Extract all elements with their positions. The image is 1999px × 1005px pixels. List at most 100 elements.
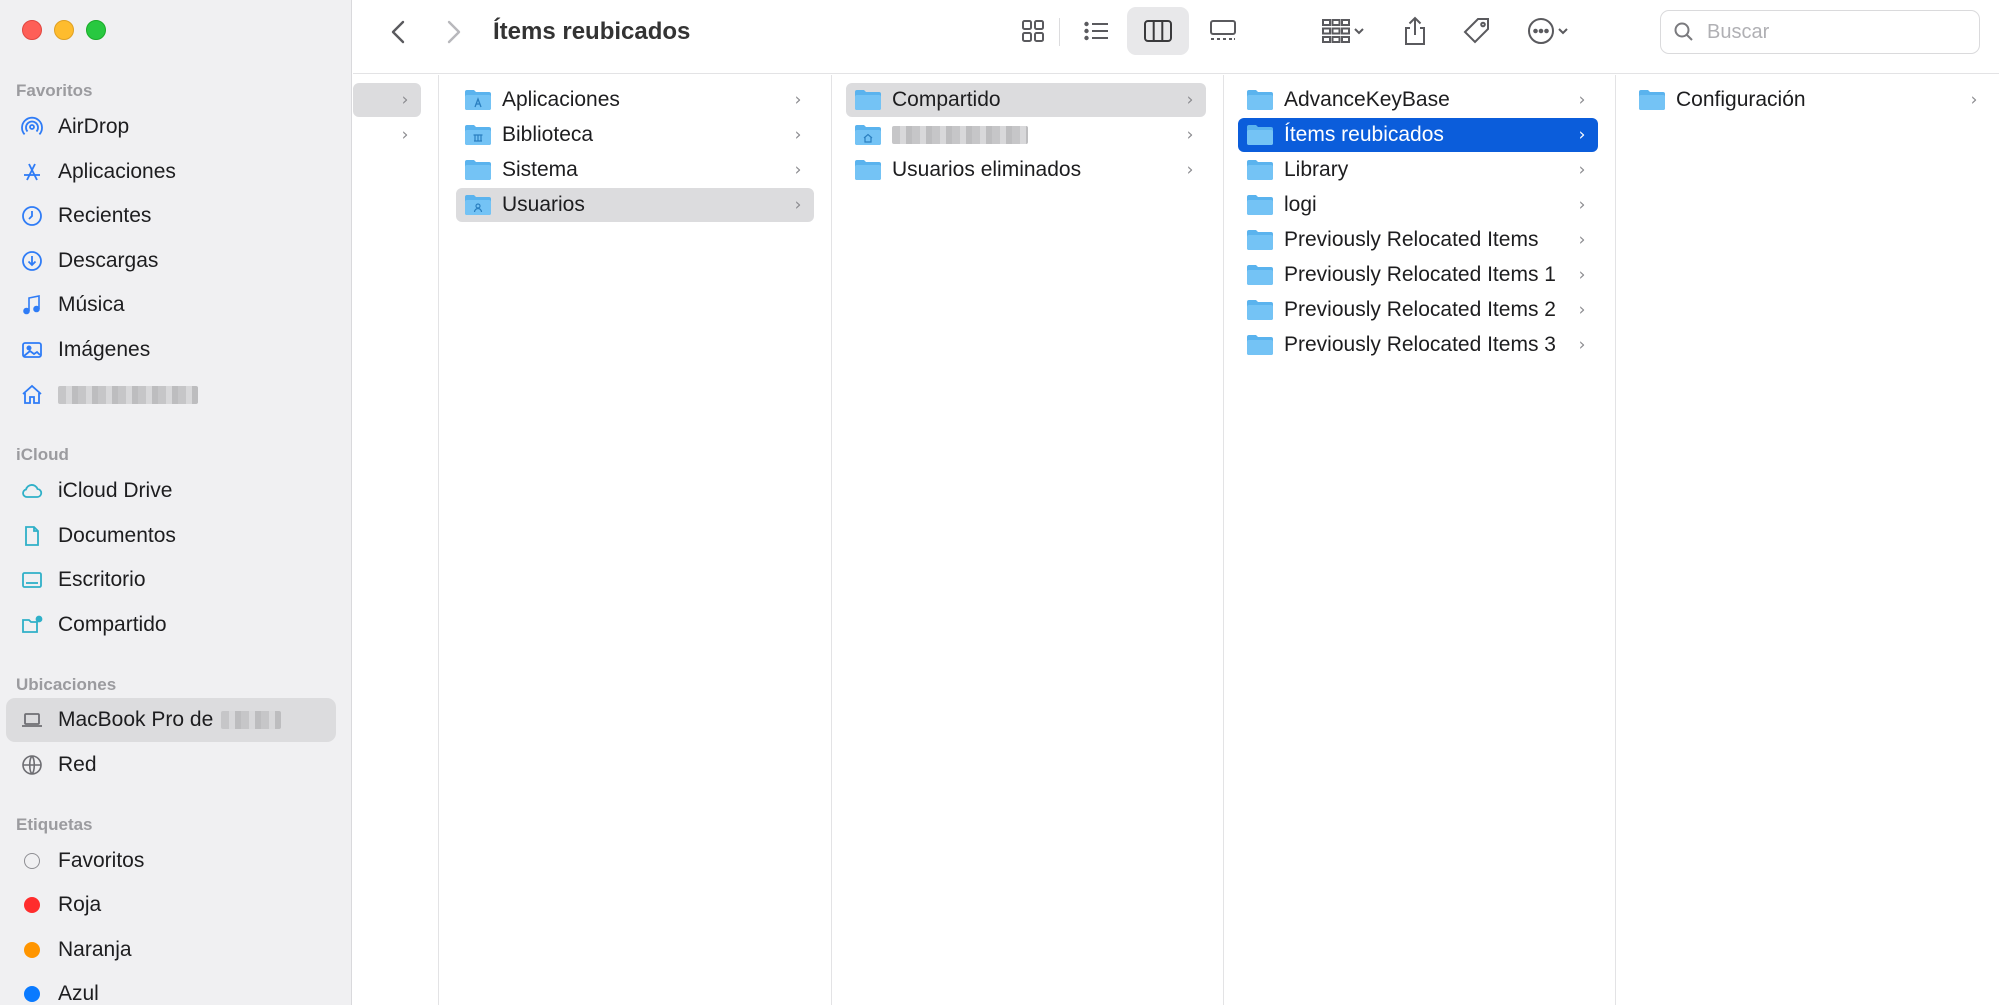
sidebar-item-home[interactable]: [6, 373, 336, 417]
airdrop-icon: [18, 113, 46, 141]
sidebar-item-musica[interactable]: Música: [6, 283, 336, 327]
row-label: Aplicaciones: [502, 88, 620, 111]
sidebar-item-label: Azul: [58, 982, 99, 1005]
search-icon: [1674, 22, 1693, 41]
sidebar-tag-azul[interactable]: Azul: [6, 972, 336, 1005]
column-row-previously-relocated-items-3[interactable]: Previously Relocated Items 3 ›: [1238, 328, 1598, 362]
folder-icon: [1247, 160, 1273, 180]
row-label: Previously Relocated Items 3: [1284, 333, 1556, 356]
column-row-compartido[interactable]: Compartido ›: [846, 83, 1206, 117]
column-row-aplicaciones[interactable]: Aplicaciones ›: [456, 83, 814, 117]
sidebar-item-label: AirDrop: [58, 115, 130, 138]
tag-dot-container: [18, 980, 46, 1005]
redacted-username: [58, 386, 198, 404]
sidebar-tag-roja[interactable]: Roja: [6, 883, 336, 927]
tag-dot-container: [18, 891, 46, 919]
tag-dot-container: [18, 847, 46, 875]
folder-icon: [855, 90, 881, 110]
sidebar-item-documentos[interactable]: Documentos: [6, 514, 336, 558]
column-row[interactable]: ›: [353, 118, 421, 152]
shared-folder-icon: [18, 611, 46, 639]
sidebar-section-tags: Etiquetas: [16, 815, 93, 834]
back-button[interactable]: [379, 8, 419, 56]
sidebar-tag-favoritos[interactable]: Favoritos: [6, 839, 336, 883]
column-row-biblioteca[interactable]: Biblioteca ›: [456, 118, 814, 152]
sidebar-item-aplicaciones[interactable]: Aplicaciones: [6, 150, 336, 194]
chevron-right-icon: ›: [401, 90, 409, 110]
column-root: › ›: [353, 75, 439, 1005]
folder-icon: [1247, 335, 1273, 355]
sidebar-item-icloud-drive[interactable]: iCloud Drive: [6, 469, 336, 513]
close-window-button[interactable]: [22, 20, 42, 40]
share-icon: [1405, 16, 1425, 45]
sidebar-item-label: Aplicaciones: [58, 160, 176, 183]
sidebar-item-label: Compartido: [58, 613, 167, 636]
row-label: Previously Relocated Items 2: [1284, 298, 1556, 321]
icon-view-icon: [1022, 20, 1044, 42]
sidebar-item-label: Favoritos: [58, 849, 145, 872]
ellipsis-circle-icon: [1528, 18, 1554, 44]
column-row-advancekeybase[interactable]: AdvanceKeyBase ›: [1238, 83, 1598, 117]
share-button[interactable]: [1389, 7, 1441, 55]
search-input[interactable]: [1707, 20, 1957, 44]
folder-icon: [1247, 195, 1273, 215]
column-row[interactable]: ›: [353, 83, 421, 117]
sidebar-item-recientes[interactable]: Recientes: [6, 194, 336, 238]
tag-icon: [1463, 18, 1489, 44]
sidebar-item-descargas[interactable]: Descargas: [6, 239, 336, 283]
column-row-previously-relocated-items[interactable]: Previously Relocated Items ›: [1238, 223, 1598, 257]
minimize-window-button[interactable]: [54, 20, 74, 40]
column-row-library[interactable]: Library ›: [1238, 153, 1598, 187]
folder-apps-icon: [465, 90, 491, 110]
column-row-sistema[interactable]: Sistema ›: [456, 153, 814, 187]
column-row-logi[interactable]: logi ›: [1238, 188, 1598, 222]
column-row-user-home[interactable]: ›: [846, 118, 1206, 152]
chevron-right-icon: ›: [1578, 160, 1586, 180]
list-view-icon: [1084, 21, 1108, 41]
search-field[interactable]: [1660, 10, 1980, 54]
column-row-configuracion[interactable]: Configuración ›: [1630, 83, 1990, 117]
sidebar-item-label: Imágenes: [58, 338, 151, 361]
sidebar-item-compartido[interactable]: Compartido: [6, 603, 336, 647]
gallery-view-icon: [1210, 20, 1236, 40]
column-view-button[interactable]: [1127, 7, 1189, 55]
folder-icon: [1639, 90, 1665, 110]
forward-chevron-icon: [447, 20, 461, 44]
zoom-window-button[interactable]: [86, 20, 106, 40]
forward-button[interactable]: [433, 8, 473, 56]
row-label: Usuarios: [502, 193, 585, 216]
list-view-button[interactable]: [1067, 7, 1127, 55]
group-by-button[interactable]: [1308, 7, 1378, 55]
sidebar-item-imagenes[interactable]: Imágenes: [6, 328, 336, 372]
column-row-usuarios[interactable]: Usuarios ›: [456, 188, 814, 222]
column-row-usuarios-eliminados[interactable]: Usuarios eliminados ›: [846, 153, 1206, 187]
download-icon: [18, 247, 46, 275]
row-label: Sistema: [502, 158, 578, 181]
row-label: Previously Relocated Items 1: [1284, 263, 1556, 286]
tags-button[interactable]: [1451, 7, 1503, 55]
icon-view-button[interactable]: [1003, 7, 1063, 55]
back-chevron-icon: [391, 20, 405, 44]
gallery-view-button[interactable]: [1193, 7, 1253, 55]
sidebar-section-favorites: Favoritos: [16, 81, 93, 100]
sidebar-item-macbook[interactable]: MacBook Pro de: [6, 698, 336, 742]
column-row-previously-relocated-items-1[interactable]: Previously Relocated Items 1 ›: [1238, 258, 1598, 292]
tag-blue-dot-icon: [24, 986, 40, 1002]
redacted-username: [892, 126, 1028, 144]
column-users: Compartido › › Usuarios eliminados ›: [832, 75, 1224, 1005]
more-actions-button[interactable]: [1513, 7, 1583, 55]
row-label: Configuración: [1676, 88, 1806, 111]
redacted-owner-name: [221, 711, 282, 729]
column-row-items-reubicados[interactable]: Ítems reubicados ›: [1238, 118, 1598, 152]
home-icon: [18, 381, 46, 409]
folder-home-icon: [855, 125, 881, 145]
sidebar-item-airdrop[interactable]: AirDrop: [6, 105, 336, 149]
row-label: Previously Relocated Items: [1284, 228, 1539, 251]
sidebar-item-red[interactable]: Red: [6, 743, 336, 787]
sidebar-item-label: iCloud Drive: [58, 479, 173, 502]
chevron-right-icon: ›: [794, 160, 802, 180]
sidebar-tag-naranja[interactable]: Naranja: [6, 928, 336, 972]
sidebar-item-escritorio[interactable]: Escritorio: [6, 558, 336, 602]
sidebar-item-label: Escritorio: [58, 568, 146, 591]
column-row-previously-relocated-items-2[interactable]: Previously Relocated Items 2 ›: [1238, 293, 1598, 327]
